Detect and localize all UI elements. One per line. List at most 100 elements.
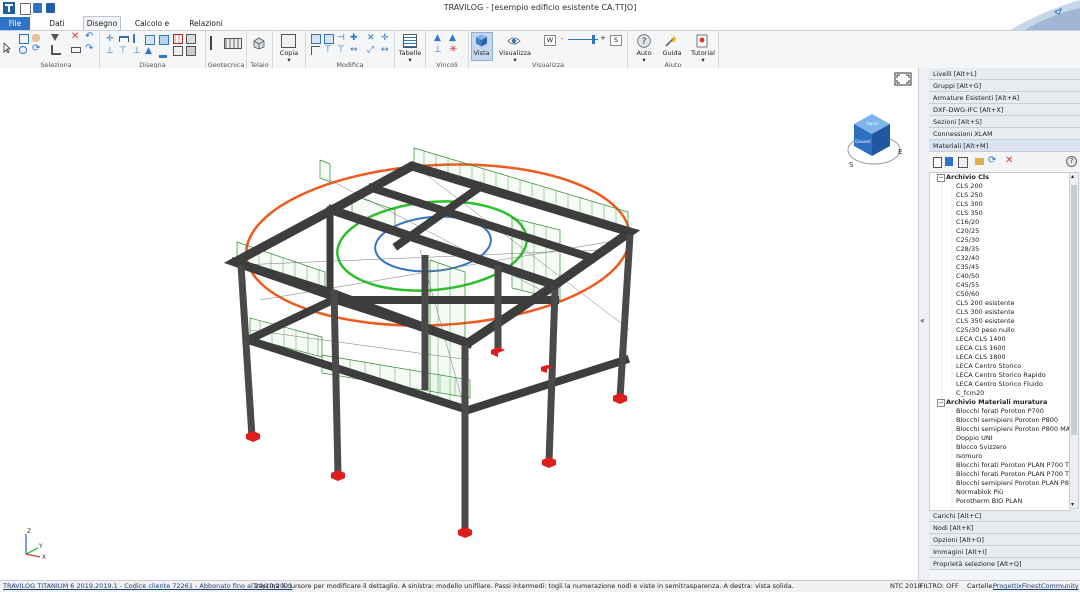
panel-splitter[interactable]: « [918, 68, 929, 580]
collapse-panel-icon[interactable]: « [920, 316, 925, 325]
draw-grid-icon[interactable] [173, 34, 183, 44]
tree-item-cls[interactable]: CLS 200 [956, 182, 983, 190]
split-icon[interactable]: ⊣ [337, 34, 345, 43]
move-icon[interactable] [311, 34, 321, 44]
undo-icon[interactable]: ↶ [85, 32, 93, 42]
view-cube-icon[interactable] [475, 34, 488, 47]
filter-icon[interactable] [51, 34, 59, 41]
draw-node-icon[interactable]: ✛ [106, 35, 114, 44]
stretch-icon[interactable]: ↔ [381, 46, 389, 55]
tree-scrollbar[interactable]: ▴ ▾ [1069, 172, 1079, 509]
tutorial-icon[interactable] [696, 34, 708, 48]
tree-item-cls[interactable]: C16/20 [956, 218, 979, 226]
draw-section-icon[interactable] [173, 46, 183, 56]
tree-item-cls[interactable]: CLS 350 [956, 209, 983, 217]
copy-material-icon[interactable] [945, 157, 953, 166]
zoom-icon[interactable] [19, 46, 27, 54]
section-materiali[interactable]: Materiali [Alt+M] [929, 140, 1080, 152]
tree-item-cls[interactable]: CLS 300 [956, 200, 983, 208]
table-icon[interactable] [403, 34, 417, 48]
scale-icon[interactable]: ✕ [367, 34, 375, 43]
tree-item-cls[interactable]: C_fcm20 [956, 389, 984, 397]
tree-item-cls[interactable]: CLS 300 esistente [956, 308, 1015, 316]
tree-item-muratura[interactable]: Blocchi semipieni Poroton PLAN P800 AS [956, 479, 1070, 487]
section-gruppi[interactable]: Gruppi [Alt+G] [929, 80, 1080, 92]
select-window-icon[interactable] [19, 34, 29, 44]
tree-header-cls[interactable]: Archivio Cls [946, 173, 989, 181]
scroll-up-icon[interactable]: ▴ [1071, 173, 1074, 180]
view-button[interactable]: Vista [471, 49, 492, 57]
rotate-icon[interactable]: ⟳ [32, 44, 40, 54]
copy-icon[interactable] [281, 34, 296, 48]
align-icon[interactable]: ⊤ [337, 46, 345, 55]
join-icon[interactable]: ✚ [350, 34, 358, 43]
section-connessioni-xlam[interactable]: Connessioni XLAM [929, 128, 1080, 140]
draw-frame-icon[interactable] [186, 34, 196, 44]
eye-icon[interactable] [507, 36, 521, 46]
draw-foundation-icon[interactable] [159, 47, 167, 58]
draw-beam-icon[interactable] [119, 36, 129, 42]
detail-minus[interactable]: - [561, 35, 564, 43]
tree-item-cls[interactable]: LECA CLS 1600 [956, 344, 1006, 352]
guide-wand-icon[interactable] [664, 34, 678, 48]
tree-item-cls[interactable]: C45/55 [956, 281, 979, 289]
open-material-icon[interactable] [975, 158, 984, 165]
tree-item-cls[interactable]: C20/25 [956, 227, 979, 235]
tree-item-cls[interactable]: C40/50 [956, 272, 979, 280]
section-nodi[interactable]: Nodi [Alt+K] [929, 522, 1080, 534]
tree-item-cls[interactable]: LECA CLS 1400 [956, 335, 1006, 343]
tree-item-cls[interactable]: LECA CLS 1800 [956, 353, 1006, 361]
draw-load-icon[interactable]: ⊥ [133, 47, 141, 56]
tree-item-muratura[interactable]: Isomuro [956, 452, 982, 460]
tree-item-cls[interactable]: C35/45 [956, 263, 979, 271]
tree-item-cls[interactable]: CLS 250 [956, 191, 983, 199]
edit-material-icon[interactable] [958, 157, 968, 168]
tab-file[interactable]: File [0, 17, 30, 30]
tree-item-cls[interactable]: C32/40 [956, 254, 979, 262]
tree-item-muratura[interactable]: Blocchi forati Poroton P700 [956, 407, 1044, 415]
wireframe-toggle[interactable]: W [544, 35, 556, 46]
tree-item-muratura[interactable]: Normablok Più [956, 488, 1003, 496]
copy-dropdown-arrow-icon[interactable]: ▾ [273, 56, 305, 64]
draw-spring-icon[interactable]: ⊤ [119, 47, 127, 56]
model-viewport[interactable]: Sopra Davanti S E Z Y X [0, 68, 918, 580]
refresh-icon[interactable]: ⟳ [988, 155, 996, 166]
help-material-icon[interactable]: ? [1066, 156, 1077, 167]
status-product[interactable]: TRAVILOG TITANIUM 6 2019.2019.1 - Codice… [3, 582, 292, 590]
draw-column-icon[interactable] [133, 34, 138, 43]
scroll-down-icon[interactable]: ▾ [1071, 501, 1074, 508]
tables-dropdown-arrow-icon[interactable]: ▾ [395, 56, 425, 64]
tree-item-muratura[interactable]: Blocchi semipieni Poroton P800 MA [956, 425, 1070, 433]
new-material-icon[interactable] [933, 157, 942, 168]
tree-item-cls[interactable]: C28/35 [956, 245, 979, 253]
navigation-view-cube[interactable]: Sopra Davanti S E [840, 106, 910, 176]
tab-disegno[interactable]: Disegno [83, 16, 121, 30]
link-xfinest[interactable]: xFinest [1018, 582, 1041, 590]
model-drawing[interactable] [0, 68, 918, 580]
link-community[interactable]: Community [1041, 582, 1079, 590]
constraint-fixed-icon[interactable]: ▲ [434, 34, 442, 43]
tree-item-muratura[interactable]: Doppio UNI [956, 434, 993, 442]
section-livelli[interactable]: Livelli [Alt+L] [929, 68, 1080, 80]
hand-pan-icon[interactable] [32, 34, 40, 42]
draw-more-icon[interactable] [186, 46, 196, 56]
tree-collapse-muratura-icon[interactable]: − [937, 399, 945, 407]
tree-item-cls[interactable]: LECA Centro Storico Rapido [956, 371, 1046, 379]
array-icon[interactable]: ⇔ [350, 46, 358, 55]
constraint-spring-icon[interactable]: ✳ [449, 45, 457, 55]
detail-slider-thumb[interactable] [592, 35, 595, 44]
delete-material-icon[interactable]: ✕ [1005, 155, 1013, 166]
mirror-icon[interactable] [324, 34, 334, 44]
frame-3d-icon[interactable] [252, 36, 266, 50]
section-immagini[interactable]: Immagini [Alt+I] [929, 546, 1080, 558]
help-icon[interactable]: ? [637, 34, 651, 48]
tab-dati-generali[interactable]: Dati generali [33, 17, 81, 41]
tree-item-cls[interactable]: LECA Centro Storico Fluido [956, 380, 1043, 388]
section-carichi[interactable]: Carichi [Alt+C] [929, 510, 1080, 522]
detail-plus[interactable]: + [600, 34, 606, 42]
scroll-thumb[interactable] [1071, 185, 1077, 435]
tree-item-muratura[interactable]: Blocchi semipieni Poroton P800 [956, 416, 1058, 424]
tree-item-cls[interactable]: LECA Centro Storico [956, 362, 1021, 370]
tree-header-muratura[interactable]: Archivio Materiali muratura [946, 398, 1047, 406]
guide-button[interactable]: Guida [659, 49, 685, 57]
